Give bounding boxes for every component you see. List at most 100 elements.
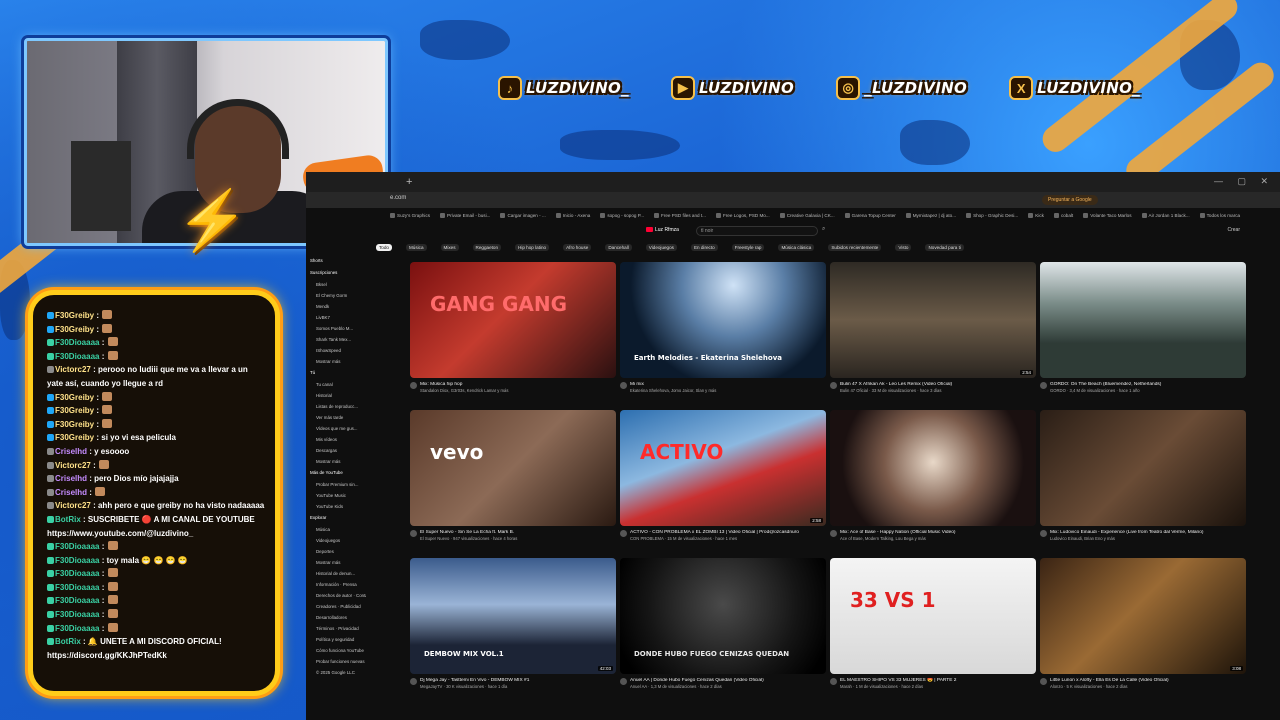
video-thumbnail[interactable] (830, 410, 1036, 526)
channel-avatar[interactable] (830, 530, 837, 537)
sidebar-item[interactable]: Información · Prensa (306, 582, 366, 593)
sidebar-item[interactable]: Suscripciones (306, 270, 366, 282)
chat-username[interactable]: Victorc27 (55, 501, 91, 510)
chat-username[interactable]: F30Dioaaaa (55, 556, 99, 565)
youtube-logo[interactable]: Luz Rfmza (646, 227, 679, 233)
channel-avatar[interactable] (1040, 382, 1047, 389)
video-card[interactable]: DONDE HUBO FUEGO CENIZAS QUEDAN Anuel AA … (620, 558, 826, 689)
video-card[interactable]: GANG GANG Mix: Música hip hop Standalon Di… (410, 262, 616, 393)
video-title[interactable]: Dj Mega Jay - Tasttemi En Vivo - DEMBOW … (410, 678, 616, 683)
bookmark-item[interactable]: cobalt (1054, 213, 1073, 218)
channel-avatar[interactable] (1040, 530, 1047, 537)
bookmark-item[interactable]: Mymixtapez | dj ato... (906, 213, 956, 218)
chat-username[interactable]: F30Dioaaaa (55, 542, 99, 551)
bookmark-item[interactable]: Volante Taco Marlos (1083, 213, 1131, 218)
filter-chip[interactable]: Música (405, 244, 427, 251)
video-card[interactable]: 33 VS 1 EL MAESTRO SHIPO VS 33 MUJERES 😍 … (830, 558, 1036, 689)
bookmark-item[interactable]: Free Logos, PSD Mo... (716, 213, 770, 218)
chat-username[interactable]: F30Greiby (55, 433, 94, 442)
chat-username[interactable]: F30Dioaaaa (55, 610, 99, 619)
sidebar-item[interactable]: Tu canal (306, 382, 366, 393)
sidebar-item[interactable]: Listas de reproducc... (306, 404, 366, 415)
bookmark-item[interactable]: Kick (1028, 213, 1044, 218)
chat-username[interactable]: F30Greiby (55, 325, 94, 334)
video-title[interactable]: Mix: Música hip hop (410, 382, 616, 387)
channel-avatar[interactable] (620, 678, 627, 685)
sidebar-item[interactable]: IShowSpeed (306, 348, 366, 359)
filter-chip[interactable]: Novedad para ti (925, 244, 964, 251)
channel-avatar[interactable] (830, 678, 837, 685)
channel-avatar[interactable] (410, 678, 417, 685)
chat-username[interactable]: F30Greiby (55, 406, 94, 415)
sidebar-item[interactable]: Creadores · Publicidad (306, 604, 366, 615)
video-thumbnail[interactable]: DONDE HUBO FUEGO CENIZAS QUEDAN (620, 558, 826, 674)
ask-google-button[interactable]: Preguntar a Google (1042, 195, 1098, 205)
video-title[interactable]: Mix: Ludovico Einaudi - Experience (Live… (1040, 530, 1246, 535)
sidebar-item[interactable]: Política y seguridad (306, 637, 366, 648)
bookmark-item[interactable]: Shop - Graphic Desi... (966, 213, 1018, 218)
video-thumbnail[interactable]: Earth Melodies - Ekaterina Shelehova (620, 262, 826, 378)
social-item-x[interactable]: X LUZDIVINO_ (1009, 76, 1140, 100)
video-thumbnail[interactable]: 2:54 (830, 262, 1036, 378)
sidebar-item[interactable]: Historial de denun... (306, 571, 366, 582)
address-bar[interactable]: e.com Preguntar a Google (306, 192, 1280, 208)
sidebar-item[interactable]: Shorts (306, 258, 366, 270)
sidebar-item[interactable]: Shark Tank Mex... (306, 337, 366, 348)
video-card[interactable]: 2:54 Bulin 47 X Afrikan Ak - Leo Les Remi… (830, 262, 1036, 393)
bookmark-item[interactable]: Air Jordan 1 Black... (1142, 213, 1190, 218)
bookmark-item[interactable]: sopog - sopog P... (600, 213, 644, 218)
social-item-youtube[interactable]: ▶ LUZDIVINO (670, 76, 794, 100)
sidebar-item[interactable]: YouTube Kids (306, 504, 366, 515)
bookmark-item[interactable]: Garena Topup Center (845, 213, 896, 218)
video-thumbnail[interactable]: ACTIVO 2:58 (620, 410, 826, 526)
filter-chip[interactable]: Visto (895, 244, 912, 251)
filter-chip[interactable]: Hip hop latino (515, 244, 550, 251)
video-thumbnail[interactable]: 3:08 (1040, 558, 1246, 674)
video-title[interactable]: ACTIVO - CON PROBLEMA x EL ZOMBI 13 | Vi… (620, 530, 826, 535)
sidebar-item[interactable]: Deportes (306, 549, 366, 560)
video-thumbnail[interactable]: GANG GANG (410, 262, 616, 378)
filter-chip[interactable]: Música clásica (778, 244, 815, 251)
video-card[interactable]: Mix: Ludovico Einaudi - Experience (Live… (1040, 410, 1246, 541)
bookmark-item[interactable]: Free PSD files and t... (654, 213, 706, 218)
chat-username[interactable]: F30Greiby (55, 420, 94, 429)
sidebar-item[interactable]: Derechos de autor · Contactar (306, 593, 366, 604)
video-card[interactable]: DEMBOW MIX VOL.1 42:03 Dj Mega Jay - Tastt… (410, 558, 616, 689)
chat-username[interactable]: Victorc27 (55, 461, 91, 470)
chat-username[interactable]: F30Dioaaaa (55, 596, 99, 605)
sidebar-item[interactable]: Descargas (306, 448, 366, 459)
chat-username[interactable]: F30Greiby (55, 393, 94, 402)
chat-username[interactable]: BotRix (55, 637, 81, 646)
sidebar-item[interactable]: Videojuegos (306, 538, 366, 549)
sidebar-item[interactable]: Mostrar más (306, 459, 366, 470)
sidebar-item[interactable]: Mis vídeos (306, 437, 366, 448)
video-card[interactable]: Mix: Ace of Base - Happy Nation (Officia… (830, 410, 1036, 541)
channel-avatar[interactable] (620, 382, 627, 389)
sidebar-item[interactable]: Tú (306, 370, 366, 382)
channel-avatar[interactable] (410, 382, 417, 389)
video-title[interactable]: Anuel AA | Donde Hubo Fuego Cenizas Qued… (620, 678, 826, 683)
sidebar-item[interactable]: Términos · Privacidad (306, 626, 366, 637)
sidebar-item[interactable]: Probar Premium sin... (306, 482, 366, 493)
filter-chip[interactable]: Reggaeton (472, 244, 502, 251)
sidebar-item[interactable]: Bksel (306, 282, 366, 293)
chat-username[interactable]: Criselhd (55, 474, 87, 483)
create-button[interactable]: Crear (1227, 227, 1240, 233)
chat-username[interactable]: F30Dioaaaa (55, 338, 99, 347)
video-title[interactable]: Little Lunon x Alofty - Ella Es De La Ca… (1040, 678, 1246, 683)
bookmark-item[interactable]: Private Email - busi... (440, 213, 490, 218)
sidebar-item[interactable]: © 2025 Google LLC (306, 670, 366, 681)
sidebar-item[interactable]: LivBK7 (306, 315, 366, 326)
sidebar-item[interactable]: Somos Pueblo M... (306, 326, 366, 337)
chat-username[interactable]: Victorc27 (55, 365, 91, 374)
video-title[interactable]: GORDO: On The Beach (Bluemendez, Netherl… (1040, 382, 1246, 387)
chat-username[interactable]: F30Dioaaaa (55, 569, 99, 578)
sidebar-item[interactable]: YouTube Music (306, 493, 366, 504)
video-card[interactable]: Earth Melodies - Ekaterina Shelehova Mi m… (620, 262, 826, 393)
video-card[interactable]: vevo El Super Nuevo - Sin Se La Echa ft. … (410, 410, 616, 541)
channel-avatar[interactable] (830, 382, 837, 389)
sidebar-item[interactable]: Mendk (306, 304, 366, 315)
video-thumbnail[interactable]: 33 VS 1 (830, 558, 1036, 674)
video-title[interactable]: EL MAESTRO SHIPO VS 33 MUJERES 😍 | PARTE… (830, 678, 1036, 683)
filter-chip[interactable]: Mixes (440, 244, 459, 251)
